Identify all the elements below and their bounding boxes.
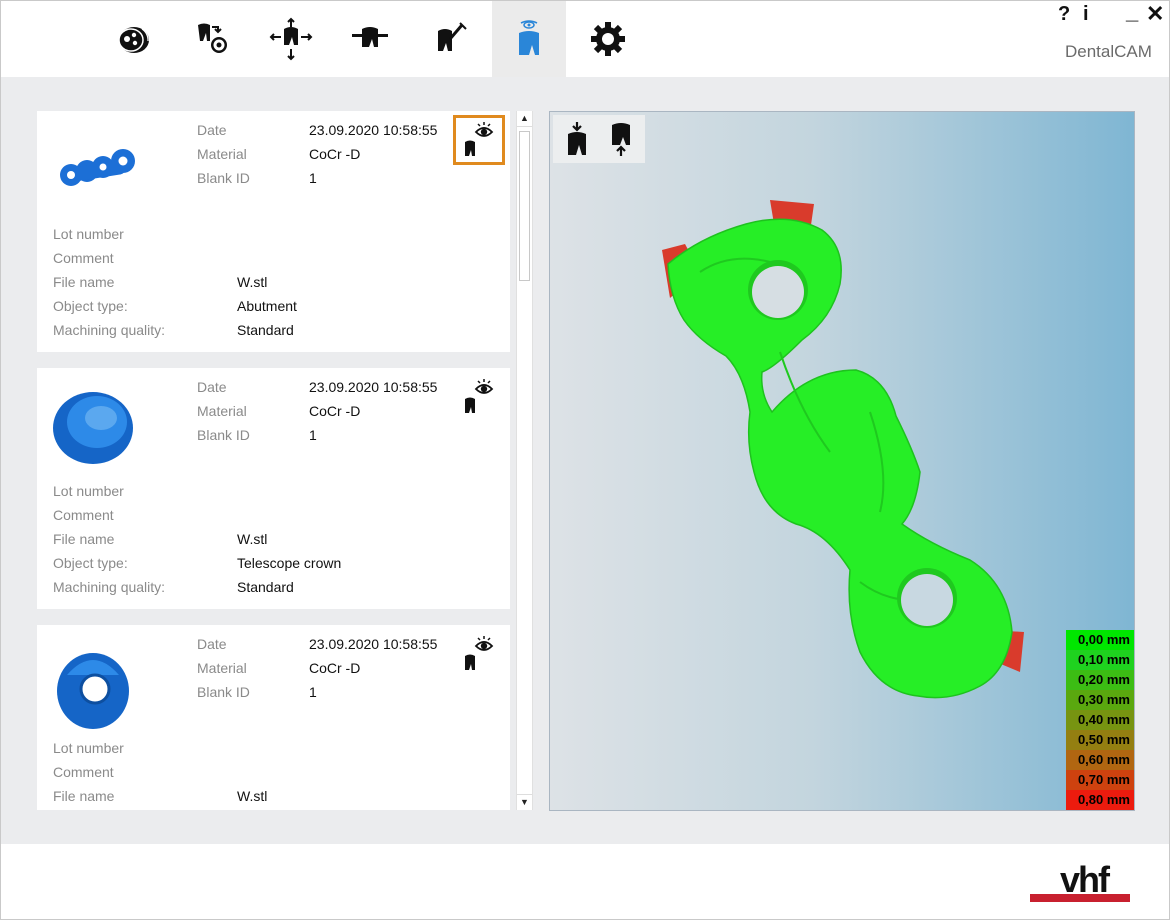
date-label: Date — [197, 636, 227, 652]
legend-item: 0,70 mm — [1066, 770, 1134, 790]
machining-quality-label: Machining quality: — [53, 579, 166, 595]
object-thumbnail — [47, 388, 147, 464]
comment-label: Comment — [53, 507, 114, 523]
blank-disc-icon[interactable] — [97, 1, 171, 77]
file-name-value: W.stl — [237, 274, 268, 290]
scroll-down-icon[interactable]: ▼ — [517, 794, 532, 810]
main-area: Date 23.09.2020 10:58:55 Material CoCr -… — [1, 77, 1169, 844]
legend-item: 0,50 mm — [1066, 730, 1134, 750]
file-name-label: File name — [53, 531, 115, 547]
3d-viewer[interactable]: 0,00 mm 0,10 mm 0,20 mm 0,30 mm 0,40 mm … — [549, 111, 1135, 811]
material-value: CoCr -D — [309, 660, 361, 676]
machining-quality-label: Machining quality: — [53, 322, 166, 338]
legend-item: 0,20 mm — [1066, 670, 1134, 690]
object-thumbnail — [47, 645, 147, 729]
list-scrollbar[interactable]: ▲ ▼ — [516, 111, 533, 810]
lot-number-label: Lot number — [53, 226, 124, 242]
object-type-value: Telescope crown — [237, 555, 342, 571]
scrollbar-thumb[interactable] — [519, 131, 530, 281]
visibility-toggle-icon[interactable] — [453, 115, 505, 165]
close-button[interactable]: ✕ — [1146, 1, 1164, 27]
blank-id-label: Blank ID — [197, 427, 250, 443]
app-window: ? i _ ✕ DentalCAM Date 23.09.2020 10:58:… — [0, 0, 1170, 920]
tooth-move-icon[interactable] — [254, 1, 328, 77]
material-label: Material — [197, 403, 247, 419]
visibility-toggle-icon[interactable] — [453, 629, 505, 679]
tooth-import-icon[interactable] — [175, 1, 249, 77]
list-item[interactable]: Date 23.09.2020 10:58:55 Material CoCr -… — [37, 368, 510, 609]
machining-quality-value: Standard — [237, 322, 294, 338]
material-label: Material — [197, 660, 247, 676]
machining-quality-value: Standard — [237, 579, 294, 595]
lot-number-label: Lot number — [53, 740, 124, 756]
file-name-value: W.stl — [237, 531, 268, 547]
legend-item: 0,10 mm — [1066, 650, 1134, 670]
legend-item: 0,60 mm — [1066, 750, 1134, 770]
material-value: CoCr -D — [309, 403, 361, 419]
blank-id-value: 1 — [309, 427, 317, 443]
visibility-toggle-icon[interactable] — [453, 372, 505, 422]
blank-id-value: 1 — [309, 170, 317, 186]
date-label: Date — [197, 379, 227, 395]
material-label: Material — [197, 146, 247, 162]
file-name-label: File name — [53, 274, 115, 290]
app-title: DentalCAM — [1065, 42, 1152, 61]
gear-icon[interactable] — [571, 1, 645, 77]
legend-item: 0,40 mm — [1066, 710, 1134, 730]
material-value: CoCr -D — [309, 146, 361, 162]
date-label: Date — [197, 122, 227, 138]
blank-id-label: Blank ID — [197, 170, 250, 186]
list-item[interactable]: Date 23.09.2020 10:58:55 Material CoCr -… — [37, 111, 510, 352]
legend-item: 0,30 mm — [1066, 690, 1134, 710]
legend-item: 0,80 mm — [1066, 790, 1134, 810]
file-name-value: W.stl — [237, 788, 268, 804]
tooth-view-icon[interactable] — [492, 1, 566, 77]
bridge-model — [662, 200, 1024, 699]
file-name-label: File name — [53, 788, 115, 804]
lot-number-label: Lot number — [53, 483, 124, 499]
tooth-holder-icon[interactable] — [333, 1, 407, 77]
info-button[interactable]: i — [1083, 3, 1089, 26]
object-type-value: Abutment — [237, 298, 297, 314]
top-toolbar: ? i _ ✕ DentalCAM — [1, 1, 1169, 77]
comment-label: Comment — [53, 250, 114, 266]
date-value: 23.09.2020 10:58:55 — [309, 379, 438, 395]
object-thumbnail — [47, 131, 147, 201]
object-type-label: Object type: — [53, 298, 128, 314]
minimize-button[interactable]: _ — [1126, 1, 1138, 25]
date-value: 23.09.2020 10:58:55 — [309, 636, 438, 652]
footer: vhf — [1, 844, 1169, 919]
legend-item: 0,00 mm — [1066, 630, 1134, 650]
vhf-logo: vhf — [1030, 859, 1130, 904]
blank-id-value: 1 — [309, 684, 317, 700]
deviation-legend: 0,00 mm 0,10 mm 0,20 mm 0,30 mm 0,40 mm … — [1066, 630, 1134, 810]
object-list: Date 23.09.2020 10:58:55 Material CoCr -… — [37, 111, 510, 810]
tooth-tool-icon[interactable] — [413, 1, 487, 77]
object-type-label: Object type: — [53, 555, 128, 571]
list-item[interactable]: Date 23.09.2020 10:58:55 Material CoCr -… — [37, 625, 510, 810]
date-value: 23.09.2020 10:58:55 — [309, 122, 438, 138]
help-button[interactable]: ? — [1058, 3, 1070, 26]
comment-label: Comment — [53, 764, 114, 780]
scroll-up-icon[interactable]: ▲ — [517, 111, 532, 127]
blank-id-label: Blank ID — [197, 684, 250, 700]
